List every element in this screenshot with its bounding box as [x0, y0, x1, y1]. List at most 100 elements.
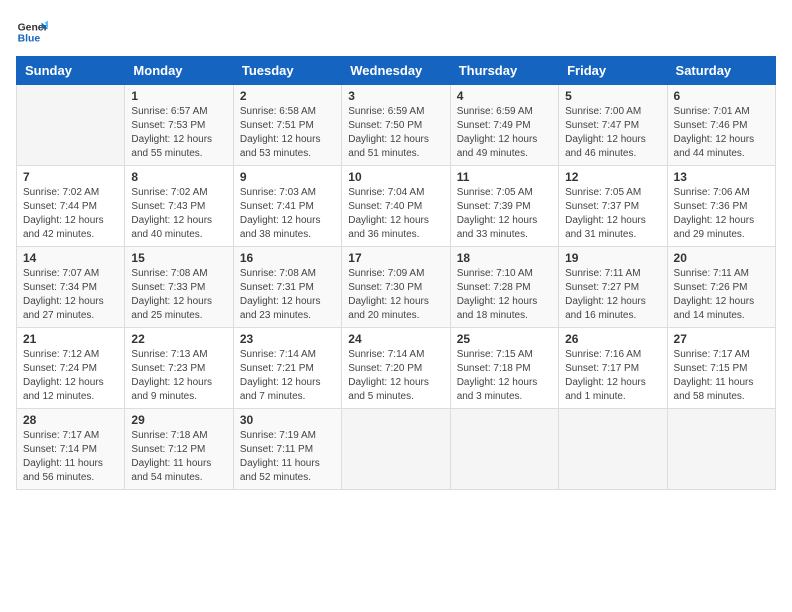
day-number: 24: [348, 332, 443, 346]
day-number: 30: [240, 413, 335, 427]
calendar-cell: 17 Sunrise: 7:09 AMSunset: 7:30 PMDayligh…: [342, 247, 450, 328]
day-number: 19: [565, 251, 660, 265]
calendar-cell: [17, 85, 125, 166]
day-number: 12: [565, 170, 660, 184]
day-number: 10: [348, 170, 443, 184]
calendar-cell: 16 Sunrise: 7:08 AMSunset: 7:31 PMDayligh…: [233, 247, 341, 328]
day-info: Sunrise: 7:14 AMSunset: 7:21 PMDaylight:…: [240, 348, 335, 404]
day-info: Sunrise: 7:01 AMSunset: 7:46 PMDaylight:…: [674, 105, 769, 161]
day-number: 3: [348, 89, 443, 103]
calendar-cell: 22 Sunrise: 7:13 AMSunset: 7:23 PMDayligh…: [125, 328, 233, 409]
day-info: Sunrise: 7:07 AMSunset: 7:34 PMDaylight:…: [23, 267, 118, 323]
day-info: Sunrise: 7:03 AMSunset: 7:41 PMDaylight:…: [240, 186, 335, 242]
calendar-cell: [450, 409, 558, 490]
calendar-cell: 1 Sunrise: 6:57 AMSunset: 7:53 PMDaylight…: [125, 85, 233, 166]
day-number: 21: [23, 332, 118, 346]
calendar-cell: 14 Sunrise: 7:07 AMSunset: 7:34 PMDayligh…: [17, 247, 125, 328]
day-info: Sunrise: 7:05 AMSunset: 7:39 PMDaylight:…: [457, 186, 552, 242]
header-day-tuesday: Tuesday: [233, 57, 341, 85]
day-number: 26: [565, 332, 660, 346]
calendar-cell: 11Sunrise: 7:05 AMSunset: 7:39 PMDayligh…: [450, 166, 558, 247]
header-day-monday: Monday: [125, 57, 233, 85]
header-day-saturday: Saturday: [667, 57, 775, 85]
calendar-cell: 20 Sunrise: 7:11 AMSunset: 7:26 PMDayligh…: [667, 247, 775, 328]
day-info: Sunrise: 7:00 AMSunset: 7:47 PMDaylight:…: [565, 105, 660, 161]
day-info: Sunrise: 7:17 AMSunset: 7:15 PMDaylight:…: [674, 348, 769, 404]
calendar-cell: 10Sunrise: 7:04 AMSunset: 7:40 PMDayligh…: [342, 166, 450, 247]
calendar-cell: 27 Sunrise: 7:17 AMSunset: 7:15 PMDayligh…: [667, 328, 775, 409]
day-info: Sunrise: 7:08 AMSunset: 7:33 PMDaylight:…: [131, 267, 226, 323]
day-number: 2: [240, 89, 335, 103]
day-number: 6: [674, 89, 769, 103]
day-number: 8: [131, 170, 226, 184]
day-info: Sunrise: 6:59 AMSunset: 7:49 PMDaylight:…: [457, 105, 552, 161]
day-number: 18: [457, 251, 552, 265]
day-info: Sunrise: 7:05 AMSunset: 7:37 PMDaylight:…: [565, 186, 660, 242]
calendar-cell: 2 Sunrise: 6:58 AMSunset: 7:51 PMDaylight…: [233, 85, 341, 166]
day-info: Sunrise: 7:08 AMSunset: 7:31 PMDaylight:…: [240, 267, 335, 323]
day-number: 1: [131, 89, 226, 103]
day-info: Sunrise: 7:19 AMSunset: 7:11 PMDaylight:…: [240, 429, 335, 485]
day-number: 5: [565, 89, 660, 103]
calendar-cell: 25Sunrise: 7:15 AMSunset: 7:18 PMDayligh…: [450, 328, 558, 409]
calendar-cell: 29 Sunrise: 7:18 AMSunset: 7:12 PMDayligh…: [125, 409, 233, 490]
calendar-cell: 26Sunrise: 7:16 AMSunset: 7:17 PMDayligh…: [559, 328, 667, 409]
day-info: Sunrise: 7:09 AMSunset: 7:30 PMDaylight:…: [348, 267, 443, 323]
day-number: 17: [348, 251, 443, 265]
day-info: Sunrise: 7:11 AMSunset: 7:26 PMDaylight:…: [674, 267, 769, 323]
calendar-cell: 6 Sunrise: 7:01 AMSunset: 7:46 PMDaylight…: [667, 85, 775, 166]
header-day-sunday: Sunday: [17, 57, 125, 85]
calendar-week-row: 14 Sunrise: 7:07 AMSunset: 7:34 PMDayligh…: [17, 247, 776, 328]
day-number: 22: [131, 332, 226, 346]
calendar-week-row: 21 Sunrise: 7:12 AMSunset: 7:24 PMDayligh…: [17, 328, 776, 409]
calendar-cell: 3 Sunrise: 6:59 AMSunset: 7:50 PMDaylight…: [342, 85, 450, 166]
calendar-cell: 30 Sunrise: 7:19 AMSunset: 7:11 PMDayligh…: [233, 409, 341, 490]
calendar-cell: [559, 409, 667, 490]
calendar-cell: 9Sunrise: 7:03 AMSunset: 7:41 PMDaylight…: [233, 166, 341, 247]
calendar-cell: [667, 409, 775, 490]
calendar-cell: 12 Sunrise: 7:05 AMSunset: 7:37 PMDayligh…: [559, 166, 667, 247]
calendar-cell: 19 Sunrise: 7:11 AMSunset: 7:27 PMDayligh…: [559, 247, 667, 328]
calendar-table: SundayMondayTuesdayWednesdayThursdayFrid…: [16, 56, 776, 490]
day-number: 14: [23, 251, 118, 265]
calendar-cell: 24Sunrise: 7:14 AMSunset: 7:20 PMDayligh…: [342, 328, 450, 409]
header-day-friday: Friday: [559, 57, 667, 85]
calendar-cell: 28Sunrise: 7:17 AMSunset: 7:14 PMDayligh…: [17, 409, 125, 490]
header-day-thursday: Thursday: [450, 57, 558, 85]
calendar-cell: 18 Sunrise: 7:10 AMSunset: 7:28 PMDayligh…: [450, 247, 558, 328]
day-info: Sunrise: 7:18 AMSunset: 7:12 PMDaylight:…: [131, 429, 226, 485]
calendar-week-row: 1 Sunrise: 6:57 AMSunset: 7:53 PMDaylight…: [17, 85, 776, 166]
day-number: 25: [457, 332, 552, 346]
calendar-cell: 8 Sunrise: 7:02 AMSunset: 7:43 PMDaylight…: [125, 166, 233, 247]
day-info: Sunrise: 7:02 AMSunset: 7:44 PMDaylight:…: [23, 186, 118, 242]
logo: General Blue: [16, 16, 48, 48]
day-number: 13: [674, 170, 769, 184]
day-info: Sunrise: 7:10 AMSunset: 7:28 PMDaylight:…: [457, 267, 552, 323]
day-number: 15: [131, 251, 226, 265]
day-info: Sunrise: 7:06 AMSunset: 7:36 PMDaylight:…: [674, 186, 769, 242]
day-number: 29: [131, 413, 226, 427]
calendar-cell: 4 Sunrise: 6:59 AMSunset: 7:49 PMDaylight…: [450, 85, 558, 166]
day-number: 20: [674, 251, 769, 265]
calendar-cell: 13 Sunrise: 7:06 AMSunset: 7:36 PMDayligh…: [667, 166, 775, 247]
day-info: Sunrise: 7:12 AMSunset: 7:24 PMDaylight:…: [23, 348, 118, 404]
day-number: 4: [457, 89, 552, 103]
calendar-week-row: 7 Sunrise: 7:02 AMSunset: 7:44 PMDaylight…: [17, 166, 776, 247]
day-number: 28: [23, 413, 118, 427]
calendar-cell: 15 Sunrise: 7:08 AMSunset: 7:33 PMDayligh…: [125, 247, 233, 328]
day-number: 16: [240, 251, 335, 265]
page-header: General Blue: [16, 16, 776, 48]
calendar-cell: [342, 409, 450, 490]
day-info: Sunrise: 7:02 AMSunset: 7:43 PMDaylight:…: [131, 186, 226, 242]
day-info: Sunrise: 6:57 AMSunset: 7:53 PMDaylight:…: [131, 105, 226, 161]
day-number: 7: [23, 170, 118, 184]
day-number: 23: [240, 332, 335, 346]
day-info: Sunrise: 6:59 AMSunset: 7:50 PMDaylight:…: [348, 105, 443, 161]
calendar-header-row: SundayMondayTuesdayWednesdayThursdayFrid…: [17, 57, 776, 85]
day-info: Sunrise: 7:11 AMSunset: 7:27 PMDaylight:…: [565, 267, 660, 323]
day-info: Sunrise: 7:13 AMSunset: 7:23 PMDaylight:…: [131, 348, 226, 404]
day-number: 27: [674, 332, 769, 346]
day-info: Sunrise: 6:58 AMSunset: 7:51 PMDaylight:…: [240, 105, 335, 161]
svg-text:Blue: Blue: [18, 34, 41, 45]
calendar-cell: 23 Sunrise: 7:14 AMSunset: 7:21 PMDayligh…: [233, 328, 341, 409]
